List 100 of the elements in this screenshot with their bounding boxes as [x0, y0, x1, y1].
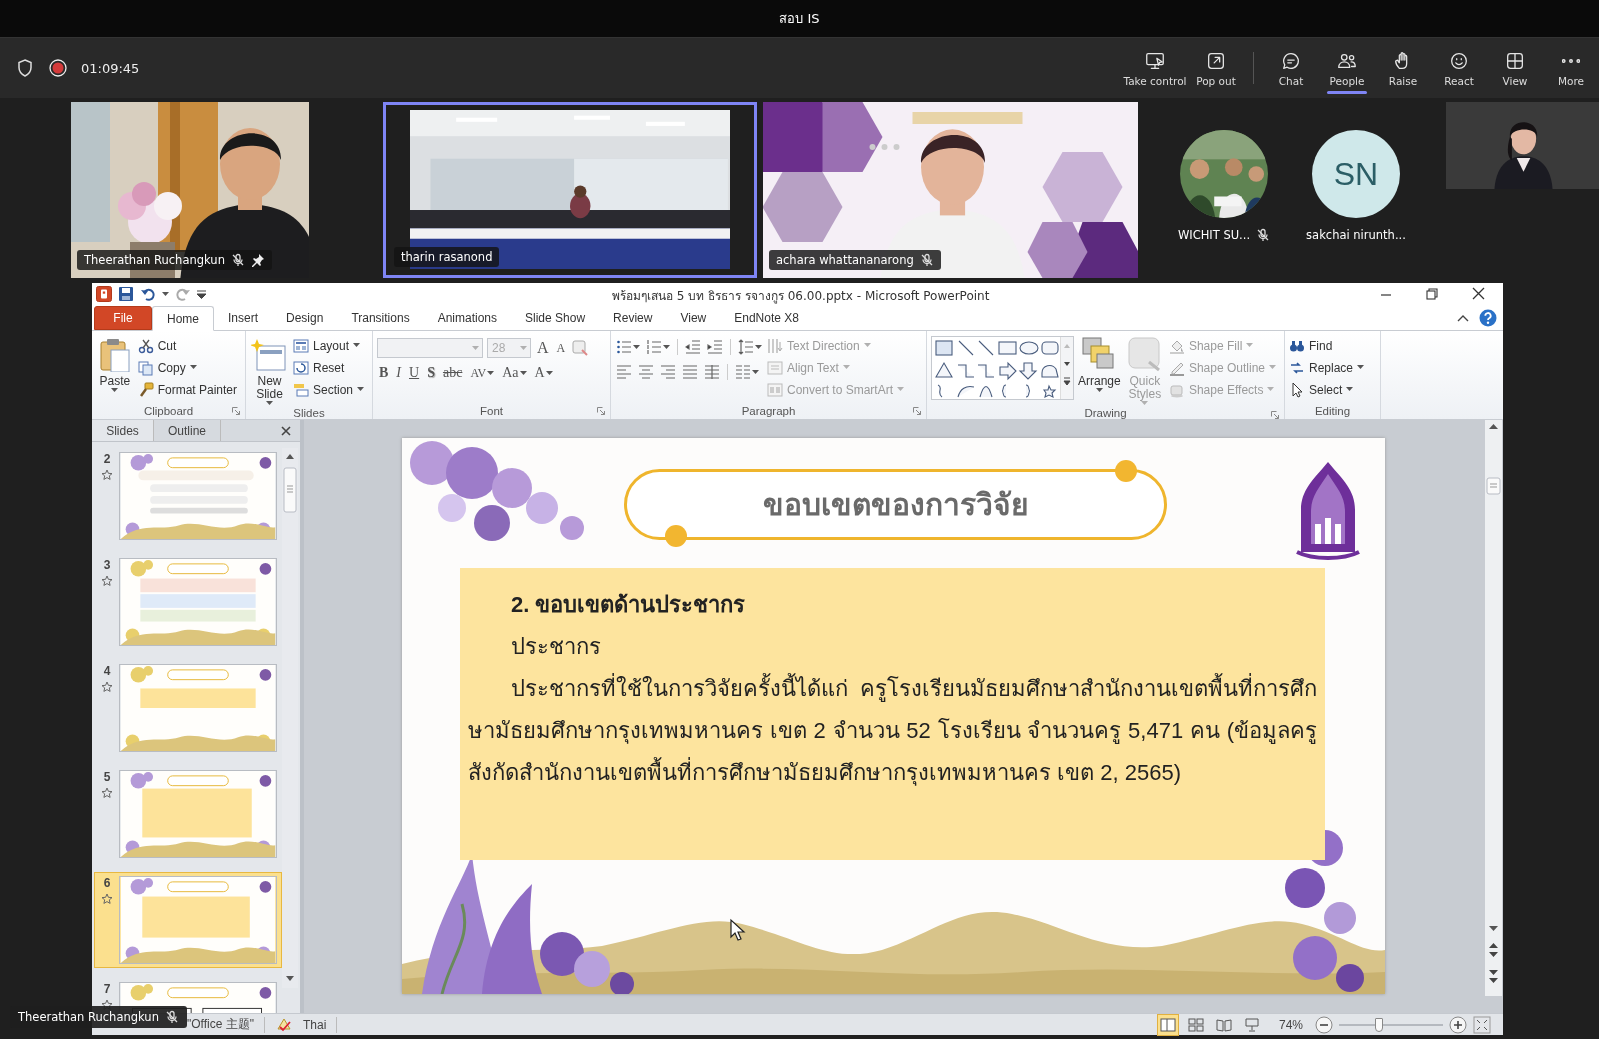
scrollbar[interactable] — [1485, 420, 1502, 996]
font-size-button[interactable]: A — [535, 339, 551, 357]
ribbon-button[interactable]: Format Painter — [137, 380, 241, 399]
star-icon — [101, 681, 113, 693]
ribbon-button[interactable]: Layout — [292, 336, 368, 355]
dialog-launcher-icon[interactable] — [232, 407, 240, 415]
slide-thumbnail[interactable] — [119, 558, 277, 646]
ribbon-icon — [572, 340, 589, 356]
ribbon-icon — [707, 339, 723, 355]
ribbon-button[interactable] — [615, 338, 641, 356]
font-size-button[interactable]: A — [554, 340, 568, 356]
ribbon-button[interactable] — [734, 363, 760, 381]
toolbar-button[interactable]: Chat — [1263, 38, 1319, 98]
toolbar-button[interactable]: More — [1543, 38, 1599, 98]
ribbon-icon — [292, 381, 309, 398]
dialog-launcher-icon[interactable] — [1271, 411, 1279, 419]
ribbon-tab[interactable]: Design — [272, 306, 338, 330]
spellcheck-icon[interactable] — [275, 1016, 293, 1033]
ribbon-tab[interactable]: Review — [599, 306, 667, 330]
view-icon — [1159, 1016, 1176, 1033]
ribbon-button[interactable]: Cut — [137, 336, 241, 355]
customize-icon[interactable] — [197, 289, 206, 299]
ribbon-button[interactable]: Find — [1289, 336, 1369, 355]
toolbar-button[interactable]: Take control — [1122, 38, 1188, 98]
emblem-icon — [1293, 460, 1363, 560]
shapes-gallery[interactable] — [932, 337, 1060, 399]
toolbar-button[interactable]: People — [1319, 38, 1375, 98]
ribbon-tab[interactable]: EndNote X8 — [720, 306, 813, 330]
file-tab[interactable]: File — [94, 306, 152, 330]
ribbon-tab[interactable]: View — [666, 306, 721, 330]
format-button[interactable]: AV — [468, 365, 497, 381]
slide-thumbnail[interactable] — [119, 664, 277, 752]
ribbon-tab[interactable]: Animations — [423, 306, 511, 330]
group-label: Clipboard — [143, 404, 194, 417]
caret-icon — [266, 401, 273, 406]
pane-tab[interactable]: Slides — [92, 420, 154, 441]
ribbon-icon — [616, 339, 632, 355]
caret-icon — [519, 370, 527, 376]
format-button[interactable]: abc — [440, 365, 465, 381]
undo-icon[interactable] — [140, 286, 156, 302]
ribbon-tab[interactable]: Insert — [214, 306, 273, 330]
ribbon-button[interactable]: Arrange — [1078, 334, 1121, 393]
view-icon — [1243, 1016, 1260, 1033]
window-title: พร้อมๆเสนอ 5 บท ธิรธาร รจางกูร 06.00.pptx - Microsoft PowerPoint — [612, 288, 990, 305]
close-icon[interactable] — [280, 425, 292, 437]
ribbon-button[interactable] — [645, 338, 671, 356]
caret-icon — [842, 365, 850, 370]
zoom-level[interactable]: 74% — [1278, 1017, 1303, 1032]
ribbon-button[interactable] — [703, 363, 721, 381]
ribbon-icon — [616, 364, 632, 380]
toolbar-button[interactable]: React — [1431, 38, 1487, 98]
slide-thumbnail[interactable] — [119, 452, 277, 540]
pane-tab[interactable]: Outline — [154, 420, 222, 441]
slide-thumbnail[interactable] — [119, 876, 277, 964]
fit-to-window-icon[interactable] — [1473, 1015, 1491, 1034]
format-button[interactable]: I — [394, 365, 403, 381]
format-button[interactable]: A — [532, 365, 555, 381]
format-button[interactable]: B — [377, 365, 391, 381]
language-label[interactable]: Thai — [303, 1017, 327, 1032]
caret-icon — [755, 344, 762, 350]
ribbon-button[interactable]: Paste — [96, 334, 134, 393]
ribbon-button[interactable]: Section — [292, 380, 368, 399]
ribbon-tab[interactable]: Home — [152, 306, 214, 331]
dialog-launcher-icon[interactable] — [913, 407, 921, 415]
caret-icon — [1095, 388, 1103, 393]
ribbon-tab[interactable]: Transitions — [337, 306, 424, 330]
ribbon-button[interactable]: New Slide — [250, 334, 289, 406]
ribbon-button[interactable] — [684, 338, 702, 356]
ribbon-icon — [1289, 381, 1305, 398]
toolbar-button[interactable]: Pop out — [1188, 38, 1244, 98]
ribbon-button[interactable]: Reset — [292, 358, 368, 377]
redo-icon[interactable] — [175, 286, 191, 302]
slide-heading: 2. ขอบเขตด้านประชากร — [510, 591, 747, 619]
dialog-launcher-icon[interactable] — [597, 407, 605, 415]
ribbon-button[interactable]: Select — [1289, 380, 1369, 399]
zoom-out-icon[interactable] — [1315, 1015, 1333, 1034]
ribbon-button[interactable] — [706, 338, 724, 356]
slider-thumb[interactable] — [1374, 1017, 1383, 1032]
toolbar-button[interactable]: View — [1487, 38, 1543, 98]
ribbon-icon — [1126, 336, 1163, 372]
format-button[interactable]: Aa — [500, 365, 529, 381]
help-icon[interactable] — [1479, 308, 1497, 327]
ribbon-icon — [685, 339, 701, 355]
caret-icon — [487, 370, 495, 376]
ribbon-button[interactable]: Replace — [1289, 358, 1369, 377]
slide-thumbnail[interactable] — [119, 770, 277, 858]
cursor-icon — [729, 918, 747, 942]
format-button[interactable]: S — [425, 365, 437, 381]
format-button[interactable]: U — [407, 365, 422, 381]
toolbar-button[interactable]: Raise — [1375, 38, 1431, 98]
caret-icon — [357, 387, 364, 392]
ribbon-icon — [660, 364, 676, 380]
ribbon-icon — [292, 359, 309, 376]
ribbon-button[interactable]: Copy — [137, 358, 241, 377]
caret-icon — [1269, 365, 1276, 370]
save-icon[interactable] — [118, 286, 134, 302]
zoom-in-icon[interactable] — [1449, 1015, 1467, 1034]
ribbon-tab[interactable]: Slide Show — [511, 306, 600, 330]
ribbon-button[interactable] — [737, 338, 763, 356]
slide-number: 4 — [103, 664, 111, 678]
